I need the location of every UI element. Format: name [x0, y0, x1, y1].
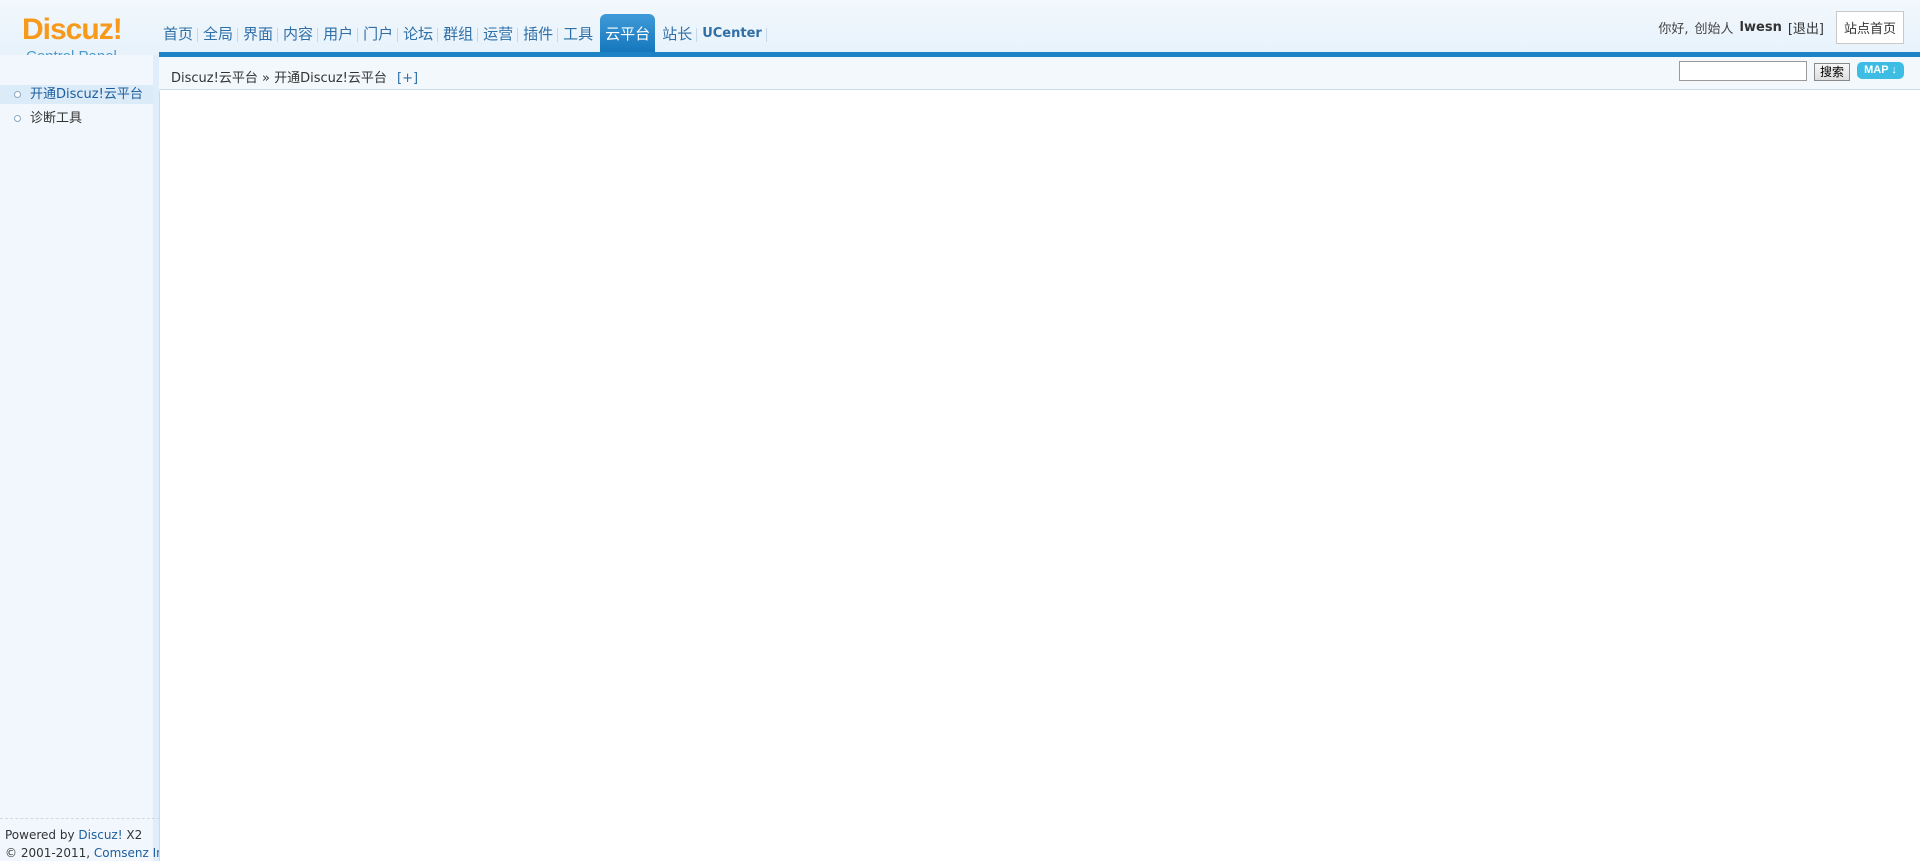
nav-interface[interactable]: 界面 — [238, 14, 279, 52]
nav-cloud-platform[interactable]: 云平台 — [600, 14, 656, 52]
main-nav: 首页 全局 界面 内容 用户 门户 论坛 群组 运营 插件 工具 云平台 站长 … — [158, 14, 767, 52]
nav-users[interactable]: 用户 — [318, 14, 359, 52]
version-text: X2 — [126, 828, 143, 842]
breadcrumb: Discuz!云平台 » 开通Discuz!云平台 [+] — [171, 67, 418, 86]
nav-ucenter[interactable]: UCenter — [697, 14, 767, 52]
sidebar-item-label: 诊断工具 — [30, 111, 83, 126]
discuz-link[interactable]: Discuz! — [78, 828, 122, 842]
bullet-icon — [14, 115, 21, 122]
logout-link[interactable]: [退出] — [1788, 18, 1824, 37]
powered-by-line: Powered by Discuz! X2 — [5, 826, 160, 844]
logo-text: Discuz! — [22, 13, 123, 46]
sidebar-footer: Powered by Discuz! X2 © 2001-2011, Comse… — [0, 818, 174, 862]
sidebar-item-diagnostic-tools[interactable]: 诊断工具 — [0, 109, 153, 128]
nav-global[interactable]: 全局 — [198, 14, 239, 52]
arrow-down-icon: ↓ — [1891, 64, 1897, 76]
nav-webmaster[interactable]: 站长 — [657, 14, 698, 52]
greeting-text: 你好, — [1658, 21, 1689, 37]
copyright-line: © 2001-2011, Comsenz Inc. — [5, 844, 174, 862]
map-label: MAP — [1864, 64, 1889, 76]
breadcrumb-separator: » — [261, 71, 270, 86]
map-button[interactable]: MAP ↓ — [1857, 62, 1904, 79]
breadcrumb-root[interactable]: Discuz!云平台 — [171, 71, 258, 86]
nav-home[interactable]: 首页 — [158, 14, 199, 52]
nav-forum[interactable]: 论坛 — [398, 14, 439, 52]
copyright-text: © 2001-2011, — [5, 846, 91, 860]
search-input[interactable] — [1679, 61, 1807, 81]
sidebar-item-enable-cloud[interactable]: 开通Discuz!云平台 — [0, 85, 153, 104]
powered-prefix: Powered by — [5, 828, 75, 842]
user-area: 你好, 创始人 lwesn [退出] 站点首页 — [1658, 10, 1904, 44]
username: lwesn — [1739, 19, 1782, 35]
user-role: 创始人 — [1694, 21, 1734, 37]
sidebar: 开通Discuz!云平台 诊断工具 Powered by Discuz! X2 … — [0, 55, 174, 862]
main-content — [159, 91, 1920, 861]
nav-plugins[interactable]: 插件 — [518, 14, 559, 52]
nav-portal[interactable]: 门户 — [358, 14, 399, 52]
bullet-icon — [14, 91, 21, 98]
top-header: Discuz! Control Panel 首页 全局 界面 内容 用户 门户 … — [0, 0, 1920, 65]
discuz-logo[interactable]: Discuz! Control Panel — [0, 0, 160, 65]
breadcrumb-bar: Discuz!云平台 » 开通Discuz!云平台 [+] 搜索 MAP ↓ — [159, 57, 1920, 90]
nav-operations[interactable]: 运营 — [478, 14, 519, 52]
nav-tools[interactable]: 工具 — [558, 14, 598, 52]
nav-groups[interactable]: 群组 — [438, 14, 479, 52]
site-home-button[interactable]: 站点首页 — [1835, 10, 1904, 44]
add-shortcut-button[interactable]: [+] — [397, 71, 418, 86]
breadcrumb-current: 开通Discuz!云平台 — [274, 71, 387, 86]
search-button[interactable]: 搜索 — [1814, 63, 1850, 81]
sidebar-item-label: 开通Discuz!云平台 — [30, 87, 143, 102]
nav-content[interactable]: 内容 — [278, 14, 319, 52]
